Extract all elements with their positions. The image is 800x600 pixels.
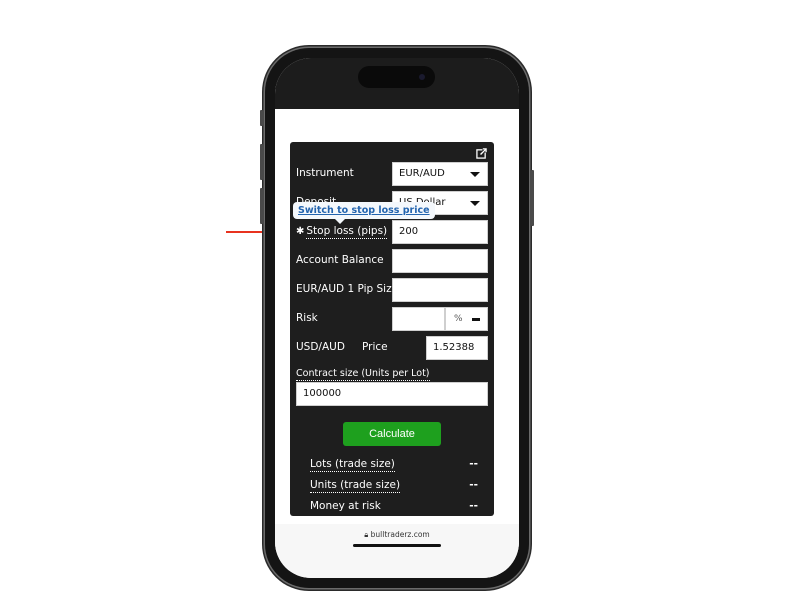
chevron-down-icon (472, 318, 480, 321)
result-units-value: -- (469, 479, 478, 491)
conversion-pair-label: USD/AUD (296, 341, 345, 353)
risk-unit-value: % (454, 314, 463, 324)
result-lots-label: Lots (trade size) (310, 458, 395, 472)
pip-size-label: EUR/AUD 1 Pip Size (296, 283, 399, 295)
dynamic-island (358, 66, 435, 88)
stop-loss-label[interactable]: ✱ Stop loss (pips) (296, 225, 388, 239)
status-bar (275, 58, 519, 109)
url-text: bulltraderz.com (370, 530, 430, 539)
external-link-icon[interactable] (476, 148, 487, 159)
stop-loss-label-text: Stop loss (pips) (306, 225, 388, 239)
home-indicator[interactable] (353, 544, 441, 547)
instrument-label: Instrument (296, 167, 354, 179)
pip-size-row: EUR/AUD 1 Pip Size (290, 278, 494, 302)
stop-loss-row: ✱ Stop loss (pips) 200 (290, 220, 494, 244)
risk-row: Risk % (290, 307, 494, 331)
risk-input[interactable] (392, 307, 445, 331)
risk-label: Risk (296, 312, 318, 324)
instrument-row: Instrument EUR/AUD (290, 162, 494, 186)
chevron-down-icon (470, 201, 480, 206)
result-units: Units (trade size) -- (310, 479, 478, 495)
result-money-at-risk: Money at risk -- (310, 500, 478, 516)
switch-to-stop-loss-price-link[interactable]: Switch to stop loss price (293, 202, 435, 224)
phone-frame: Instrument EUR/AUD Deposit US Dollar Swi… (260, 48, 534, 588)
result-units-label: Units (trade size) (310, 479, 401, 493)
url-display[interactable]: 🔒︎ bulltraderz.com (275, 530, 519, 540)
contract-size-input[interactable]: 100000 (296, 382, 488, 406)
calculate-button[interactable]: Calculate (343, 422, 441, 446)
contract-size-value: 100000 (303, 388, 342, 399)
result-money-label: Money at risk (310, 500, 381, 512)
stop-loss-value: 200 (399, 226, 419, 237)
result-lots: Lots (trade size) -- (310, 458, 478, 474)
stop-loss-input[interactable]: 200 (392, 220, 488, 244)
chevron-down-icon (470, 172, 480, 177)
lock-icon: 🔒︎ (364, 530, 369, 539)
browser-address-bar[interactable]: 🔒︎ bulltraderz.com (275, 524, 519, 578)
conversion-row: USD/AUD Price 1.52388 (290, 336, 494, 360)
price-value: 1.52388 (433, 342, 475, 353)
phone-screen: Instrument EUR/AUD Deposit US Dollar Swi… (275, 58, 519, 578)
action-button (260, 110, 263, 126)
account-balance-row: Account Balance (290, 249, 494, 273)
account-balance-input[interactable] (392, 249, 488, 273)
account-balance-label: Account Balance (296, 254, 384, 266)
price-input[interactable]: 1.52388 (426, 336, 488, 360)
result-lots-value: -- (469, 458, 478, 470)
power-button (531, 170, 534, 226)
result-money-value: -- (469, 500, 478, 512)
risk-unit-select[interactable]: % (445, 307, 488, 331)
gear-icon[interactable]: ✱ (296, 226, 304, 237)
volume-up-button (260, 144, 263, 180)
price-label: Price (362, 341, 388, 353)
contract-size-label: Contract size (Units per Lot) (296, 368, 430, 381)
instrument-value: EUR/AUD (399, 168, 445, 179)
volume-down-button (260, 188, 263, 224)
pip-size-input[interactable] (392, 278, 488, 302)
instrument-select[interactable]: EUR/AUD (392, 162, 488, 186)
position-size-calculator: Instrument EUR/AUD Deposit US Dollar Swi… (290, 142, 494, 516)
camera-icon (419, 74, 425, 80)
